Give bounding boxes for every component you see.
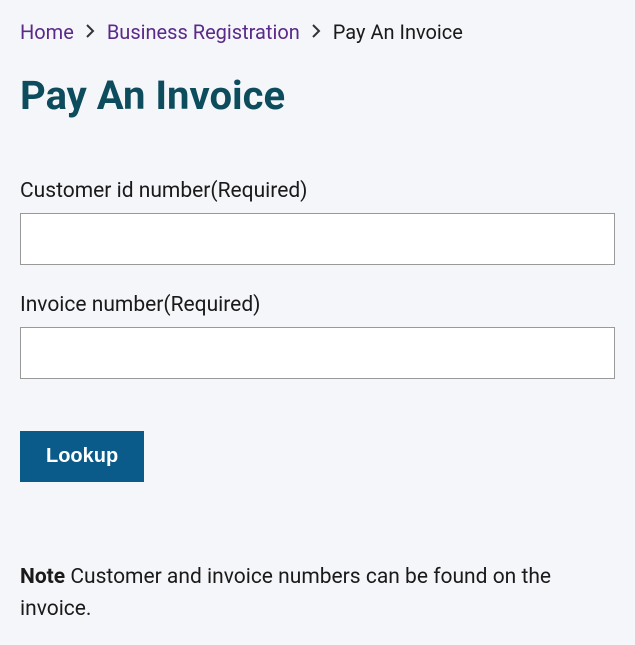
note-body: Customer and invoice numbers can be foun… bbox=[20, 565, 551, 621]
customer-id-field: Customer id number(Required) bbox=[20, 179, 615, 265]
page-title: Pay An Invoice bbox=[20, 72, 615, 119]
invoice-number-label: Invoice number(Required) bbox=[20, 293, 615, 317]
breadcrumb-current: Pay An Invoice bbox=[333, 20, 463, 44]
breadcrumb: Home Business Registration Pay An Invoic… bbox=[20, 20, 615, 44]
breadcrumb-home-link[interactable]: Home bbox=[20, 20, 74, 44]
note-label: Note bbox=[20, 565, 65, 589]
chevron-right-icon bbox=[312, 23, 321, 42]
invoice-number-input[interactable] bbox=[20, 327, 615, 379]
chevron-right-icon bbox=[86, 23, 95, 42]
note-text: Note Customer and invoice numbers can be… bbox=[20, 562, 615, 625]
customer-id-input[interactable] bbox=[20, 213, 615, 265]
customer-id-label: Customer id number(Required) bbox=[20, 179, 615, 203]
breadcrumb-business-registration-link[interactable]: Business Registration bbox=[107, 20, 300, 44]
lookup-button[interactable]: Lookup bbox=[20, 431, 144, 482]
invoice-number-field: Invoice number(Required) bbox=[20, 293, 615, 379]
